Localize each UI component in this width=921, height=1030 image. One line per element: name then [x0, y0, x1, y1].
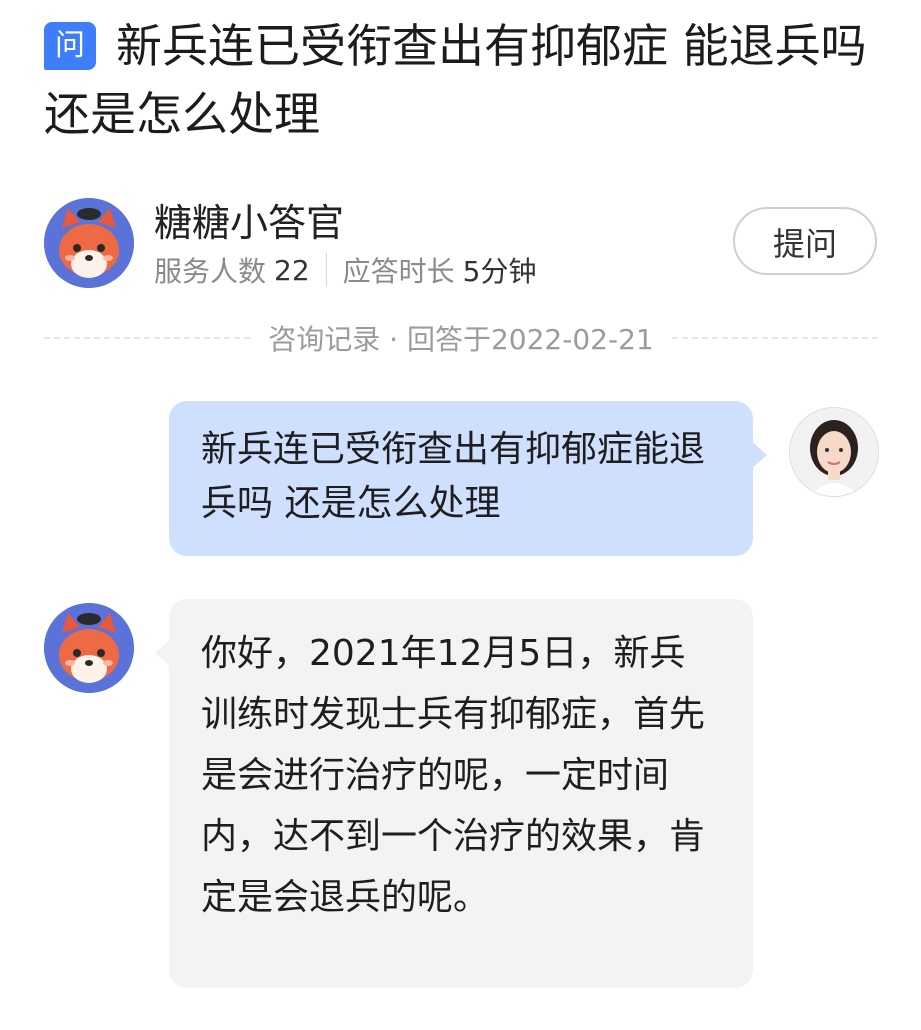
served-label: 服务人数: [154, 255, 267, 288]
divider-line-left: [44, 337, 251, 339]
expert-avatar-chat[interactable]: [44, 603, 134, 693]
expert-stats: 服务人数 22 应答时长 5分钟: [154, 250, 537, 290]
user-question-bubble: 新兵连已受衔查出有抑郁症能退兵吗 还是怎么处理: [169, 401, 767, 556]
expert-avatar[interactable]: [44, 198, 134, 288]
user-avatar[interactable]: [789, 407, 879, 497]
expert-answer-bubble: 你好，2021年12月5日，新兵训练时发现士兵有抑郁症，首先是会进行治疗的呢，一…: [155, 599, 753, 988]
fox-mascot-icon: [44, 603, 134, 693]
user-message-text: 新兵连已受衔查出有抑郁症能退兵吗 还是怎么处理: [201, 429, 706, 524]
divider-line-right: [671, 337, 878, 339]
question-title: 新兵连已受衔查出有抑郁症 能退兵吗 还是怎么处理: [44, 19, 867, 141]
answer-message-text: 你好，2021年12月5日，新兵训练时发现士兵有抑郁症，首先是会进行治疗的呢，一…: [201, 633, 706, 918]
bubble-tail: [155, 639, 171, 667]
question-header: 问新兵连已受衔查出有抑郁症 能退兵吗 还是怎么处理: [44, 12, 884, 148]
stats-separator: [325, 253, 327, 287]
fox-mascot-icon: [44, 198, 134, 288]
question-badge-icon: 问: [44, 22, 96, 70]
record-date-label: 咨询记录 · 回答于2022-02-21: [268, 323, 654, 356]
response-time: 5分钟: [462, 255, 537, 288]
expert-name[interactable]: 糖糖小答官: [154, 192, 344, 247]
served-count: 22: [274, 253, 310, 287]
response-label: 应答时长: [342, 255, 455, 288]
bubble-tail: [751, 441, 767, 469]
ask-button[interactable]: 提问: [733, 207, 877, 275]
user-photo-avatar: [790, 408, 878, 496]
record-divider: 咨询记录 · 回答于2022-02-21: [44, 318, 878, 358]
